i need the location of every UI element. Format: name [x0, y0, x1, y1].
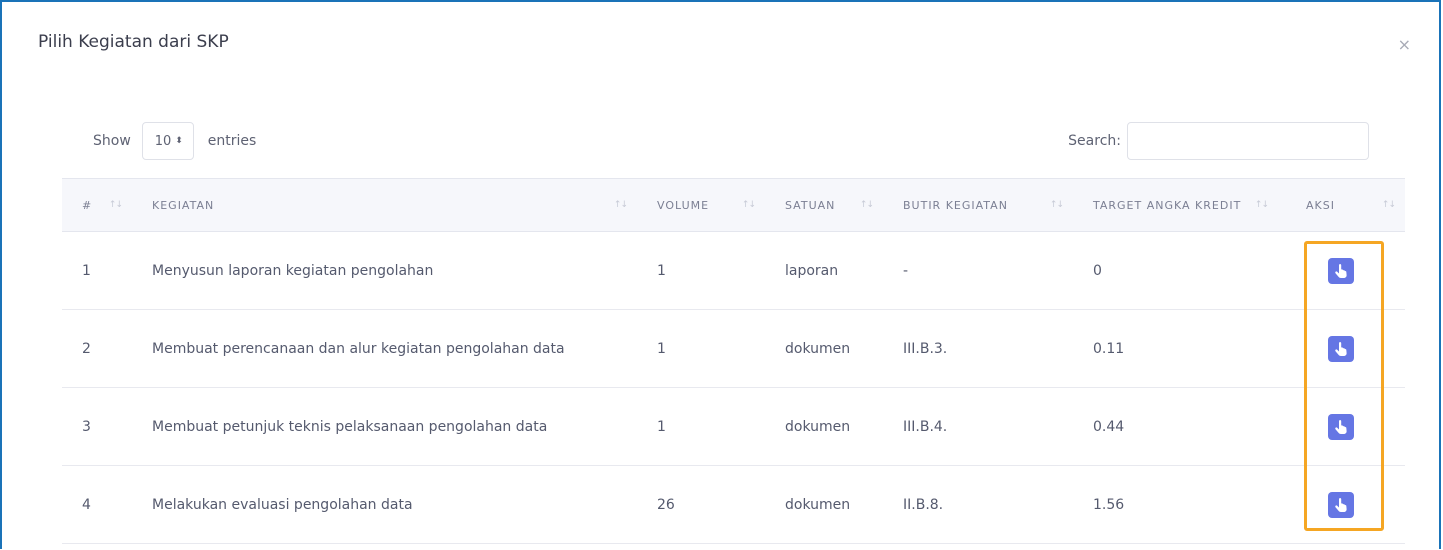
table-row: 3 Membuat petunjuk teknis pelaksanaan pe…	[62, 387, 1405, 466]
cell-no: 4	[62, 465, 132, 544]
show-label: Show	[93, 133, 131, 149]
cell-satuan: dokumen	[765, 309, 883, 388]
sort-icon: ↑↓	[1381, 200, 1396, 210]
cell-volume: 1	[637, 231, 765, 310]
select-activity-button[interactable]	[1328, 413, 1354, 440]
cell-butir-kegiatan: -	[883, 231, 1073, 310]
hand-pointer-icon	[1335, 497, 1347, 512]
column-header-volume[interactable]: VOLUME ↑↓	[637, 178, 765, 232]
cell-aksi	[1278, 465, 1405, 544]
length-control: Show 10 ⬍ entries	[93, 122, 256, 160]
column-header-no[interactable]: # ↑↓	[62, 178, 132, 232]
cell-target-angka-kredit: 1.56	[1073, 465, 1278, 544]
search-label: Search:	[1068, 133, 1121, 149]
hand-pointer-icon	[1335, 419, 1347, 434]
column-header-kegiatan[interactable]: KEGIATAN ↑↓	[132, 178, 637, 232]
sort-icon: ↑↓	[1254, 200, 1269, 210]
column-header-aksi[interactable]: AKSI ↑↓	[1278, 178, 1405, 232]
cell-satuan: dokumen	[765, 465, 883, 544]
cell-kegiatan: Membuat petunjuk teknis pelaksanaan peng…	[132, 387, 637, 466]
cell-butir-kegiatan: III.B.4.	[883, 387, 1073, 466]
select-activity-button[interactable]	[1328, 335, 1354, 362]
cell-kegiatan: Melakukan evaluasi pengolahan data	[132, 465, 637, 544]
cell-satuan: laporan	[765, 231, 883, 310]
cell-target-angka-kredit: 0	[1073, 231, 1278, 310]
sort-icon: ↑↓	[859, 200, 874, 210]
cell-kegiatan: Menyusun laporan kegiatan pengolahan	[132, 231, 637, 310]
cell-volume: 26	[637, 465, 765, 544]
select-activity-button[interactable]	[1328, 491, 1354, 518]
sort-icon: ↑↓	[108, 200, 123, 210]
sort-icon: ↑↓	[741, 200, 756, 210]
search-control: Search:	[1068, 122, 1369, 160]
column-header-target-angka-kredit[interactable]: TARGET ANGKA KREDIT ↑↓	[1073, 178, 1278, 232]
sort-icon: ↑↓	[1049, 200, 1064, 210]
table-row: 4 Melakukan evaluasi pengolahan data 26 …	[62, 465, 1405, 544]
entries-select[interactable]: 10 ⬍	[141, 122, 194, 160]
activity-table: # ↑↓ KEGIATAN ↑↓ VOLUME ↑↓ SATUAN ↑↓ BUTIR K…	[62, 178, 1405, 544]
cell-satuan: dokumen	[765, 387, 883, 466]
cell-aksi	[1278, 231, 1405, 310]
search-input[interactable]	[1127, 122, 1369, 160]
table-header-row: # ↑↓ KEGIATAN ↑↓ VOLUME ↑↓ SATUAN ↑↓ BUTIR K…	[62, 178, 1405, 232]
table-row: 1 Menyusun laporan kegiatan pengolahan 1…	[62, 231, 1405, 310]
cell-butir-kegiatan: II.B.8.	[883, 465, 1073, 544]
cell-no: 1	[62, 231, 132, 310]
cell-volume: 1	[637, 309, 765, 388]
cell-no: 2	[62, 309, 132, 388]
cell-aksi	[1278, 309, 1405, 388]
cell-volume: 1	[637, 387, 765, 466]
modal-title: Pilih Kegiatan dari SKP	[38, 32, 229, 52]
entries-select-value: 10	[154, 133, 172, 149]
cell-target-angka-kredit: 0.44	[1073, 387, 1278, 466]
cell-target-angka-kredit: 0.11	[1073, 309, 1278, 388]
select-activity-button[interactable]	[1328, 257, 1354, 284]
close-icon[interactable]: ×	[1398, 37, 1411, 53]
cell-aksi	[1278, 387, 1405, 466]
table-row: 2 Membuat perencanaan dan alur kegiatan …	[62, 309, 1405, 388]
entries-label: entries	[207, 133, 257, 149]
select-arrows-icon: ⬍	[175, 135, 183, 146]
column-header-satuan[interactable]: SATUAN ↑↓	[765, 178, 883, 232]
sort-icon: ↑↓	[613, 200, 628, 210]
column-header-butir-kegiatan[interactable]: BUTIR KEGIATAN ↑↓	[883, 178, 1073, 232]
cell-kegiatan: Membuat perencanaan dan alur kegiatan pe…	[132, 309, 637, 388]
select-activity-modal: Pilih Kegiatan dari SKP × Show 10 ⬍ entr…	[0, 0, 1441, 549]
hand-pointer-icon	[1335, 263, 1347, 278]
hand-pointer-icon	[1335, 341, 1347, 356]
cell-no: 3	[62, 387, 132, 466]
cell-butir-kegiatan: III.B.3.	[883, 309, 1073, 388]
